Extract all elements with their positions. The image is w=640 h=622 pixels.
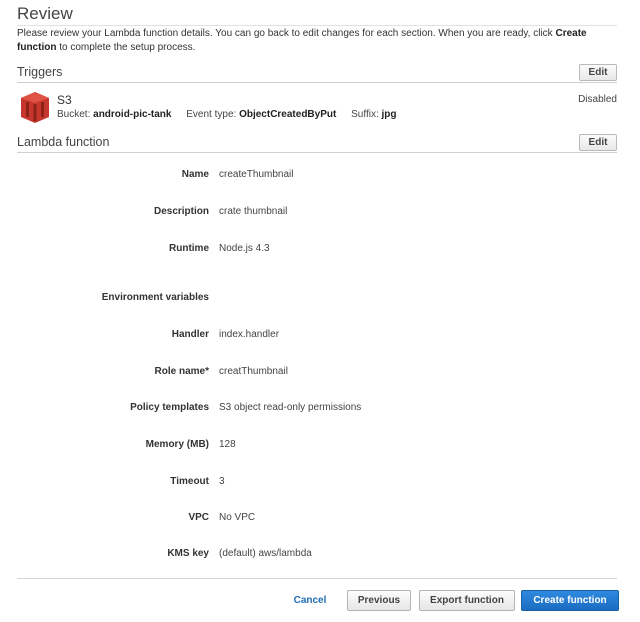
suffix-label: Suffix: bbox=[351, 109, 379, 120]
field-value-name: createThumbnail bbox=[219, 169, 294, 180]
previous-button[interactable]: Previous bbox=[347, 590, 411, 611]
field-label-name: Name bbox=[181, 169, 209, 180]
lambda-edit-button[interactable]: Edit bbox=[579, 134, 617, 151]
field-label-runtime: Runtime bbox=[169, 243, 209, 254]
triggers-section-header: Triggers Edit bbox=[17, 64, 617, 83]
title-divider bbox=[17, 25, 617, 26]
trigger-name: S3 bbox=[57, 93, 72, 107]
field-value-timeout: 3 bbox=[219, 476, 225, 487]
page-title: Review bbox=[17, 4, 73, 23]
field-value-role-name: creatThumbnail bbox=[219, 366, 288, 377]
footer-divider bbox=[17, 578, 617, 579]
intro-text-end: to complete the setup process. bbox=[56, 41, 196, 53]
field-label-timeout: Timeout bbox=[170, 476, 209, 487]
suffix-value: jpg bbox=[381, 109, 397, 120]
triggers-edit-button[interactable]: Edit bbox=[579, 64, 617, 81]
field-value-policy-templates: S3 object read-only permissions bbox=[219, 402, 362, 413]
lambda-section-title: Lambda function bbox=[17, 135, 110, 149]
field-label-policy-templates: Policy templates bbox=[130, 402, 209, 413]
intro-text-start: Please review your Lambda function detai… bbox=[17, 28, 556, 39]
field-label-handler: Handler bbox=[171, 329, 209, 340]
s3-bucket-icon bbox=[21, 92, 49, 123]
cancel-button[interactable]: Cancel bbox=[285, 590, 335, 611]
triggers-section-title: Triggers bbox=[17, 65, 63, 79]
trigger-status: Disabled bbox=[578, 94, 617, 105]
event-type-value: ObjectCreatedByPut bbox=[239, 109, 337, 120]
trigger-details: Bucket: android-pic-tank Event type: Obj… bbox=[57, 109, 397, 120]
field-value-vpc: No VPC bbox=[219, 512, 256, 523]
field-value-description: crate thumbnail bbox=[219, 206, 288, 217]
field-value-handler: index.handler bbox=[219, 329, 280, 340]
event-type-label: Event type: bbox=[186, 109, 237, 120]
create-function-button[interactable]: Create function bbox=[521, 590, 619, 611]
field-label-role-name: Role name* bbox=[154, 366, 209, 377]
intro-text: Please review your Lambda function detai… bbox=[17, 27, 617, 54]
bucket-label: Bucket: bbox=[57, 109, 91, 120]
lambda-section-header: Lambda function Edit bbox=[17, 134, 617, 153]
bucket-value: android-pic-tank bbox=[93, 109, 172, 120]
field-value-runtime: Node.js 4.3 bbox=[219, 243, 270, 254]
field-label-description: Description bbox=[153, 206, 209, 217]
export-function-button[interactable]: Export function bbox=[419, 590, 515, 611]
field-label-vpc: VPC bbox=[188, 512, 209, 523]
field-value-memory: 128 bbox=[219, 439, 236, 450]
field-label-memory: Memory (MB) bbox=[145, 439, 209, 450]
field-label-environment-variables: Environment variables bbox=[101, 292, 209, 303]
trigger-item-s3: S3 Bucket: android-pic-tank Event type: … bbox=[17, 90, 617, 123]
field-label-kms-key: KMS key bbox=[167, 548, 209, 559]
field-value-kms-key: (default) aws/lambda bbox=[219, 548, 312, 559]
